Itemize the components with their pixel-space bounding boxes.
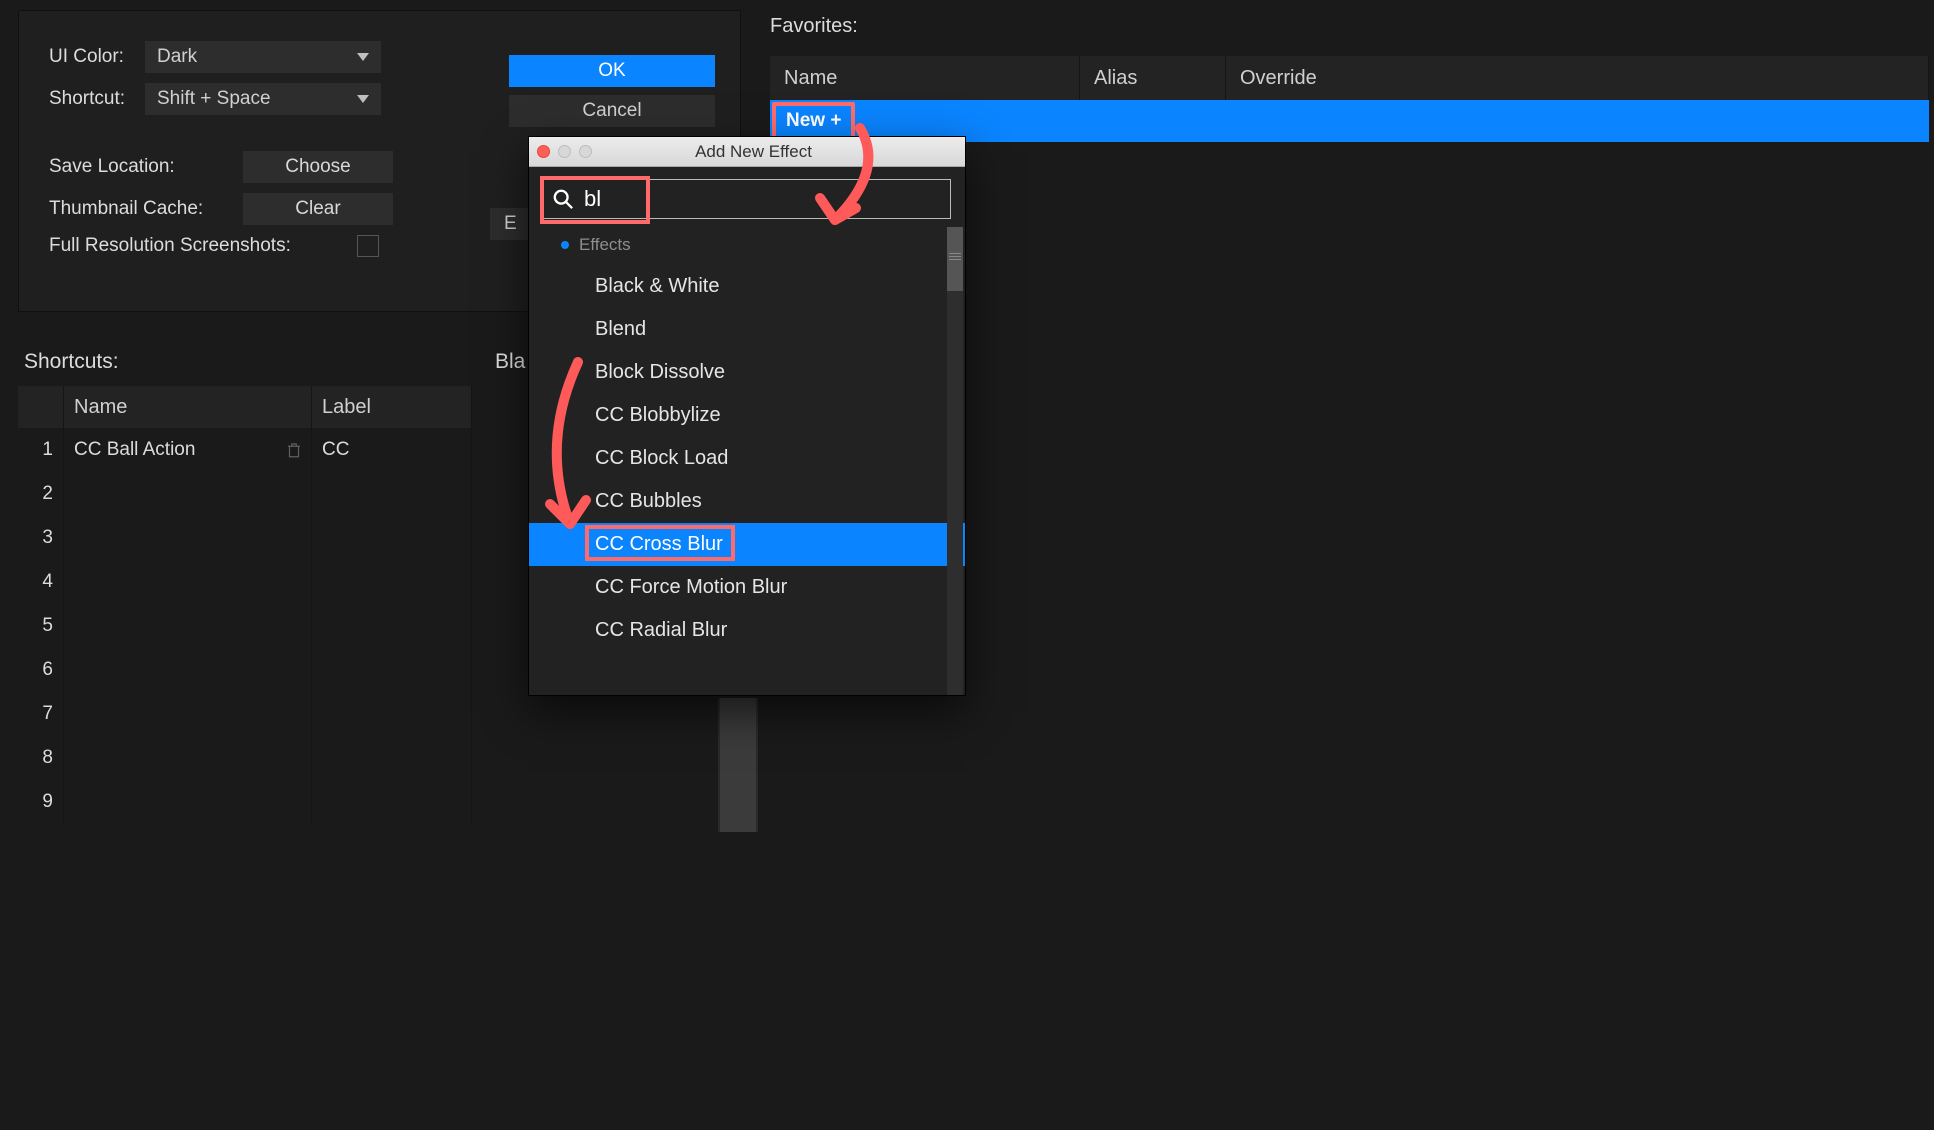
shortcuts-col-name[interactable]: Name: [64, 386, 312, 428]
row-label: [312, 692, 472, 736]
row-index: 8: [18, 736, 64, 780]
effect-item[interactable]: CC Blobbylize: [529, 394, 965, 437]
row-label: CC: [312, 428, 472, 472]
shortcut-dropdown[interactable]: Shift + Space: [145, 83, 381, 115]
table-row[interactable]: 2: [18, 472, 472, 516]
table-row[interactable]: 1CC Ball ActionCC: [18, 428, 472, 472]
row-label: [312, 736, 472, 780]
effect-item[interactable]: CC Force Motion Blur: [529, 566, 965, 609]
ui-color-dropdown[interactable]: Dark: [145, 41, 381, 73]
shortcuts-col-index: [18, 386, 64, 428]
effect-item[interactable]: CC Bubbles: [529, 480, 965, 523]
row-label: [312, 560, 472, 604]
favorites-col-alias[interactable]: Alias: [1080, 56, 1226, 100]
effect-item[interactable]: CC Radial Blur: [529, 609, 965, 652]
row-label: [312, 604, 472, 648]
scrollbar-thumb[interactable]: [947, 227, 963, 291]
row-name: [64, 736, 312, 780]
effect-search-input[interactable]: bl: [543, 179, 951, 219]
shortcuts-title: Shortcuts:: [24, 350, 119, 374]
table-row[interactable]: 9: [18, 780, 472, 824]
annotation-highlight: [585, 525, 735, 561]
row-label: [312, 472, 472, 516]
clear-button[interactable]: Clear: [243, 193, 393, 225]
favorites-col-override[interactable]: Override: [1226, 56, 1929, 100]
row-label: [312, 648, 472, 692]
scrollbar[interactable]: [947, 227, 963, 695]
row-index: 3: [18, 516, 64, 560]
table-row[interactable]: 7: [18, 692, 472, 736]
row-index: 4: [18, 560, 64, 604]
shortcuts-col-label[interactable]: Label: [312, 386, 472, 428]
minimize-window-icon[interactable]: [558, 145, 571, 158]
modal-title: Add New Effect: [604, 142, 903, 162]
shortcuts-table: Name Label 1CC Ball ActionCC23456789: [18, 386, 472, 1130]
row-name: [64, 472, 312, 516]
row-label: [312, 516, 472, 560]
row-name: [64, 692, 312, 736]
new-favorite-button[interactable]: New +: [772, 102, 855, 140]
table-row[interactable]: 3: [18, 516, 472, 560]
row-name: [64, 560, 312, 604]
add-effect-modal: Add New Effect bl Effects Black & WhiteB…: [528, 136, 966, 696]
row-index: 1: [18, 428, 64, 472]
search-value: bl: [584, 186, 601, 212]
row-name: [64, 516, 312, 560]
full-res-label: Full Resolution Screenshots:: [49, 235, 291, 257]
modal-titlebar[interactable]: Add New Effect: [529, 137, 965, 167]
row-index: 7: [18, 692, 64, 736]
favorites-title: Favorites:: [770, 15, 1929, 38]
effect-item[interactable]: Blend: [529, 308, 965, 351]
bullet-icon: [561, 241, 569, 249]
favorites-header: Name Alias Override: [770, 56, 1929, 100]
table-row[interactable]: 4: [18, 560, 472, 604]
table-row[interactable]: 8: [18, 736, 472, 780]
shortcut-value: Shift + Space: [157, 88, 271, 110]
row-index: 9: [18, 780, 64, 824]
favorites-col-name[interactable]: Name: [770, 56, 1080, 100]
choose-button[interactable]: Choose: [243, 151, 393, 183]
cancel-button[interactable]: Cancel: [509, 95, 715, 127]
trash-icon[interactable]: [285, 440, 303, 460]
thumbnail-cache-label: Thumbnail Cache:: [49, 198, 239, 220]
ui-color-label: UI Color:: [49, 46, 141, 68]
ok-button[interactable]: OK: [509, 55, 715, 87]
modal-stand: [718, 698, 758, 832]
effect-item[interactable]: CC Cross Blur: [529, 523, 965, 566]
save-location-label: Save Location:: [49, 156, 239, 178]
chevron-down-icon: [357, 95, 369, 103]
zoom-window-icon[interactable]: [579, 145, 592, 158]
full-res-checkbox[interactable]: [357, 235, 379, 257]
row-label: [312, 780, 472, 824]
row-index: 2: [18, 472, 64, 516]
ui-color-value: Dark: [157, 46, 197, 68]
row-name: [64, 780, 312, 824]
search-icon: [552, 188, 574, 210]
effect-item[interactable]: CC Block Load: [529, 437, 965, 480]
table-row[interactable]: 5: [18, 604, 472, 648]
row-name: [64, 604, 312, 648]
row-index: 5: [18, 604, 64, 648]
effect-item[interactable]: Black & White: [529, 265, 965, 308]
row-index: 6: [18, 648, 64, 692]
close-window-icon[interactable]: [537, 145, 550, 158]
shortcut-label: Shortcut:: [49, 88, 141, 110]
effect-item[interactable]: Block Dissolve: [529, 351, 965, 394]
table-row[interactable]: 6: [18, 648, 472, 692]
effects-category[interactable]: Effects: [529, 231, 965, 265]
row-name: CC Ball Action: [64, 428, 312, 472]
partial-label: Bla: [495, 350, 525, 374]
row-name: [64, 648, 312, 692]
chevron-down-icon: [357, 53, 369, 61]
